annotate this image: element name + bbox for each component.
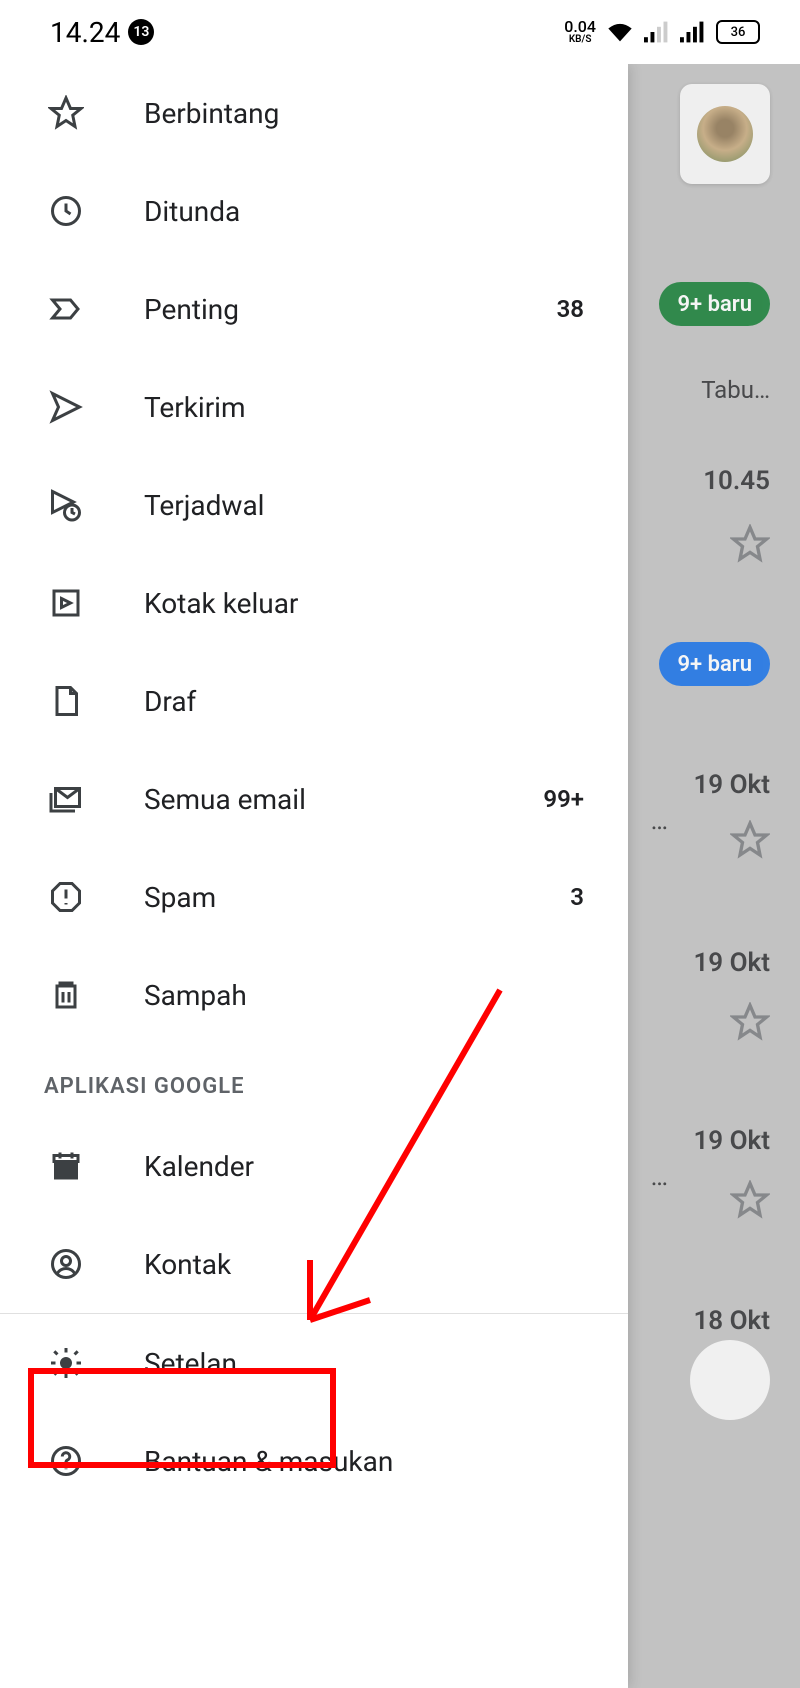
new-badge-green[interactable]: 9+ baru	[659, 282, 770, 326]
contacts-icon	[44, 1242, 88, 1286]
drawer-item-count: 38	[557, 295, 584, 323]
drawer-item-settings[interactable]: Setelan	[0, 1314, 628, 1412]
status-bar: 14.24 13 0.04 KB/S 36	[0, 0, 800, 64]
drawer-item-important[interactable]: Penting 38	[0, 260, 628, 358]
drawer-item-label: Kotak keluar	[144, 587, 584, 620]
status-time: 14.24	[50, 16, 120, 49]
battery-indicator: 36	[716, 20, 760, 44]
email-time: 10.45	[703, 466, 770, 496]
drawer-item-count: 99+	[543, 785, 584, 813]
drawer-item-label: Sampah	[144, 979, 584, 1012]
email-time: 19 Okt	[693, 948, 770, 978]
search-bar-avatar-area[interactable]	[680, 84, 770, 184]
drawer-item-outbox[interactable]: Kotak keluar	[0, 554, 628, 652]
signal-icon	[644, 21, 670, 43]
drawer-item-label: Terjadwal	[144, 489, 584, 522]
email-time: 19 Okt	[693, 770, 770, 800]
calendar-icon	[44, 1144, 88, 1188]
drawer-item-label: Draf	[144, 685, 584, 718]
network-speed: 0.04 KB/S	[564, 19, 596, 45]
important-icon	[44, 287, 88, 331]
wifi-icon	[606, 21, 634, 43]
drawer-item-label: Kontak	[144, 1248, 584, 1281]
drawer-item-allmail[interactable]: Semua email 99+	[0, 750, 628, 848]
clock-icon	[44, 189, 88, 233]
drawer-item-label: Kalender	[144, 1150, 584, 1183]
star-toggle[interactable]	[730, 820, 770, 860]
drawer-item-label: Bantuan & masukan	[144, 1445, 584, 1478]
star-toggle[interactable]	[730, 524, 770, 564]
trash-icon	[44, 973, 88, 1017]
drawer-item-calendar[interactable]: Kalender	[0, 1117, 628, 1215]
compose-button-edge[interactable]	[690, 1340, 770, 1420]
star-icon	[44, 91, 88, 135]
drawer-item-starred[interactable]: Berbintang	[0, 64, 628, 162]
spam-icon	[44, 875, 88, 919]
drawer-item-help[interactable]: Bantuan & masukan	[0, 1412, 628, 1510]
drawer-item-label: Ditunda	[144, 195, 584, 228]
drawer-item-label: Setelan	[144, 1347, 584, 1380]
drawer-item-label: Spam	[144, 881, 570, 914]
notification-count-badge: 13	[128, 19, 154, 45]
star-toggle[interactable]	[730, 1002, 770, 1042]
drawer-item-spam[interactable]: Spam 3	[0, 848, 628, 946]
email-preview-ellipsis: …	[651, 806, 670, 836]
help-icon	[44, 1439, 88, 1483]
drawer-item-count: 3	[570, 883, 584, 911]
drawer-item-drafts[interactable]: Draf	[0, 652, 628, 750]
send-icon	[44, 385, 88, 429]
gear-icon	[44, 1341, 88, 1385]
drawer-item-label: Penting	[144, 293, 557, 326]
email-preview-ellipsis: …	[651, 1162, 670, 1192]
navigation-drawer: Berbintang Ditunda Penting 38 Terkirim T…	[0, 64, 628, 1688]
star-toggle[interactable]	[730, 1180, 770, 1220]
scheduled-icon	[44, 483, 88, 527]
drawer-item-trash[interactable]: Sampah	[0, 946, 628, 1044]
signal-icon-2	[680, 21, 706, 43]
email-time: 18 Okt	[693, 1306, 770, 1336]
drawer-item-label: Berbintang	[144, 97, 584, 130]
drawer-item-sent[interactable]: Terkirim	[0, 358, 628, 456]
category-label[interactable]: Tabu…	[701, 376, 770, 404]
allmail-icon	[44, 777, 88, 821]
new-badge-blue[interactable]: 9+ baru	[659, 642, 770, 686]
outbox-icon	[44, 581, 88, 625]
profile-avatar[interactable]	[697, 106, 753, 162]
drawer-item-label: Semua email	[144, 783, 543, 816]
drawer-section-header: Aplikasi Google	[0, 1044, 628, 1117]
drawer-item-contacts[interactable]: Kontak	[0, 1215, 628, 1313]
drawer-item-label: Terkirim	[144, 391, 584, 424]
email-time: 19 Okt	[693, 1126, 770, 1156]
draft-icon	[44, 679, 88, 723]
drawer-item-snoozed[interactable]: Ditunda	[0, 162, 628, 260]
drawer-item-scheduled[interactable]: Terjadwal	[0, 456, 628, 554]
